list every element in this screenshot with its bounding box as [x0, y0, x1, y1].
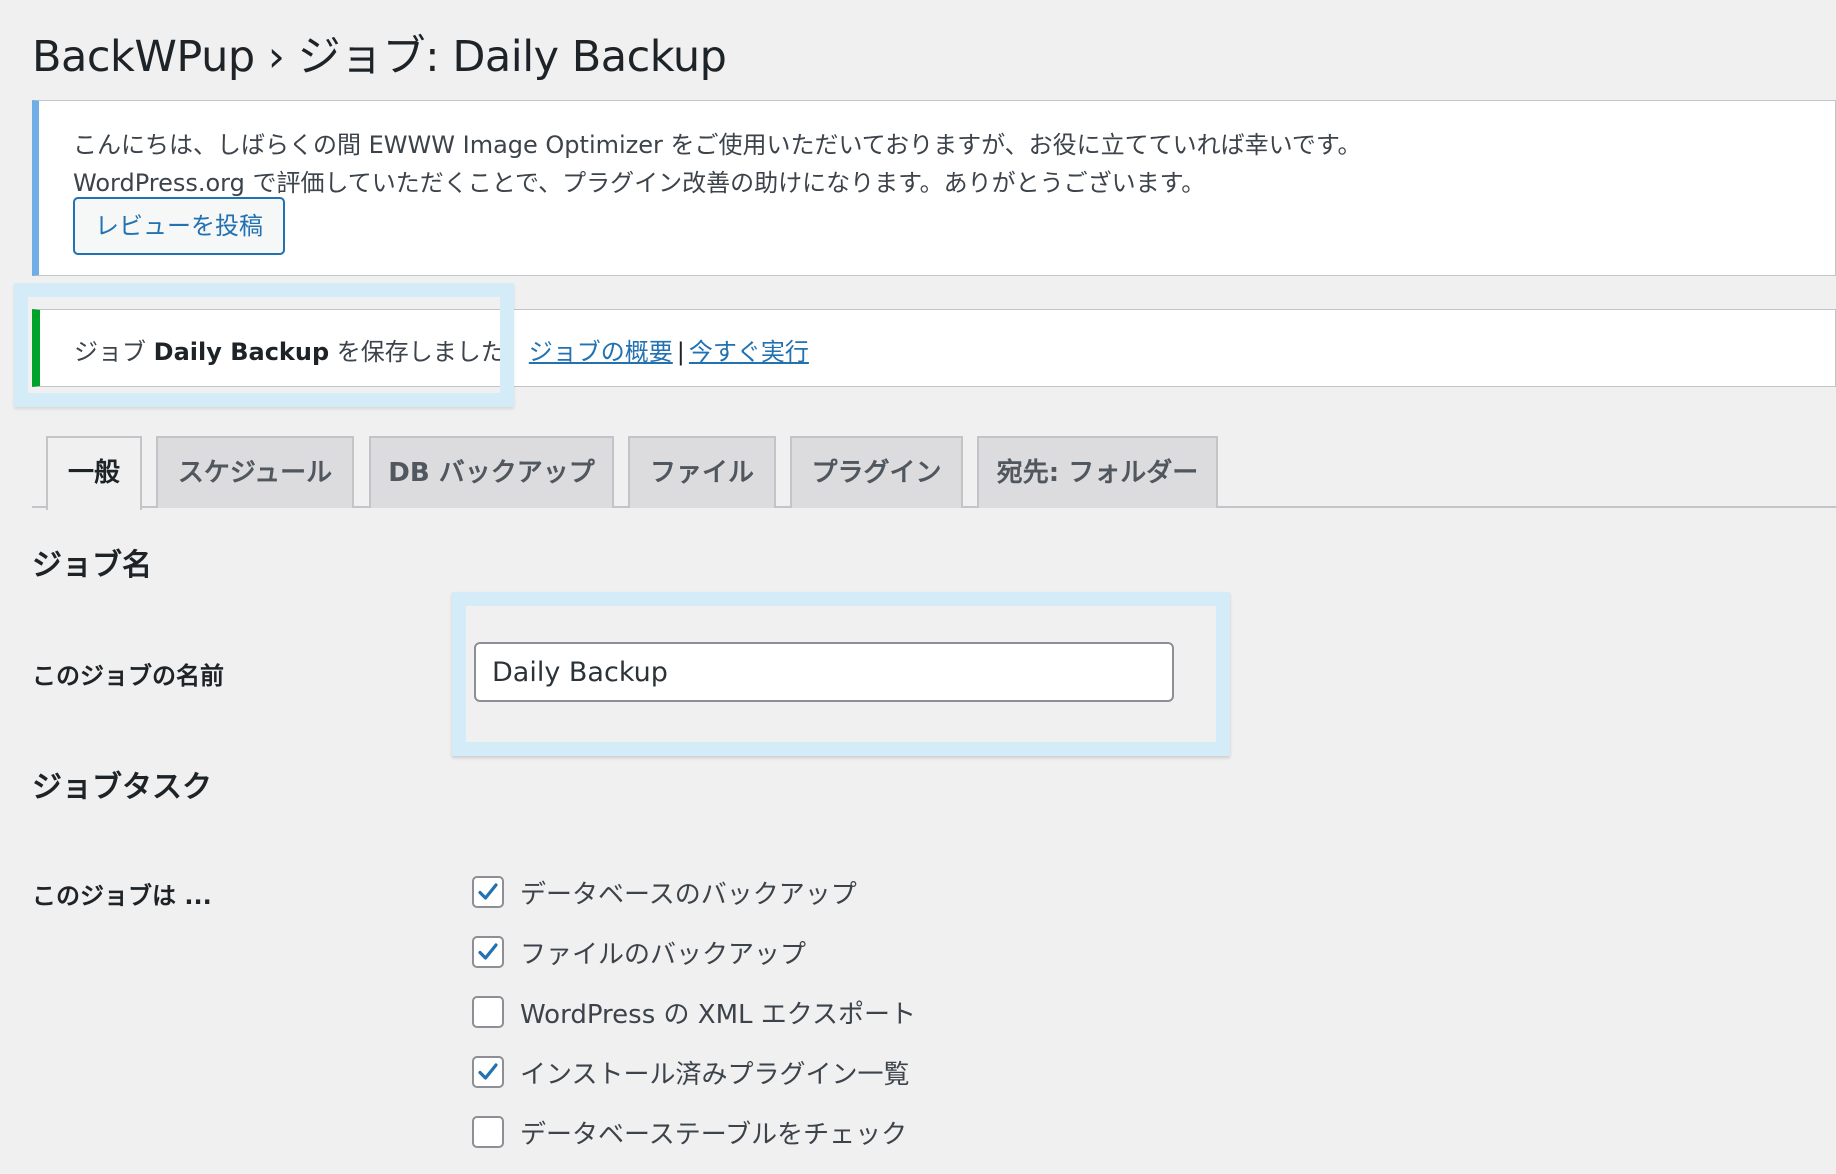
task-file-backup-checkbox[interactable]	[472, 936, 504, 968]
job-saved-prefix: ジョブ	[74, 338, 146, 366]
saved-job-name: Daily Backup	[153, 338, 330, 366]
review-notice-line2: WordPress.org で評価していただくことで、プラグイン改善の助けになり…	[73, 169, 1206, 197]
task-db-check-checkbox[interactable]	[472, 1116, 504, 1148]
task-xml-export: WordPress の XML エクスポート	[472, 994, 916, 1031]
link-separator: |	[676, 338, 685, 366]
checkmark-icon	[478, 943, 498, 960]
tab-general[interactable]: 一般	[46, 436, 142, 510]
task-file-backup: ファイルのバックアップ	[472, 934, 806, 971]
review-notice-line1: こんにちは、しばらくの間 EWWW Image Optimizer をご使用いた…	[73, 131, 1362, 159]
task-db-backup: データベースのバックアップ	[472, 874, 857, 911]
run-now-link[interactable]: 今すぐ実行	[689, 338, 809, 366]
job-name-heading: ジョブ名	[32, 548, 152, 583]
job-saved-message: ジョブ Daily Backup を保存しました。ジョブの概要 | 今すぐ実行	[74, 332, 809, 367]
task-plugin-list-label[interactable]: インストール済みプラグイン一覧	[520, 1054, 909, 1091]
task-db-backup-checkbox[interactable]	[472, 876, 504, 908]
job-saved-suffix: を保存しました。	[336, 338, 529, 366]
page-title: BackWPup › ジョブ: Daily Backup	[32, 32, 727, 82]
checkmark-icon	[478, 883, 498, 900]
task-plugin-list-checkbox[interactable]	[472, 1056, 504, 1088]
tab-schedule[interactable]: スケジュール	[156, 436, 354, 508]
job-saved-notice: ジョブ Daily Backup を保存しました。ジョブの概要 | 今すぐ実行	[32, 309, 1836, 387]
tab-plugins[interactable]: プラグイン	[790, 436, 963, 508]
job-name-input[interactable]	[474, 642, 1174, 702]
task-xml-export-checkbox[interactable]	[472, 996, 504, 1028]
task-xml-export-label[interactable]: WordPress の XML エクスポート	[520, 994, 916, 1031]
job-overview-link[interactable]: ジョブの概要	[529, 338, 673, 366]
job-name-label: このジョブの名前	[32, 662, 224, 690]
task-file-backup-label[interactable]: ファイルのバックアップ	[520, 934, 806, 971]
tab-files[interactable]: ファイル	[628, 436, 776, 508]
job-tasks-heading: ジョブタスク	[32, 770, 212, 805]
post-review-button[interactable]: レビューを投稿	[73, 197, 285, 255]
checkmark-icon	[478, 1063, 498, 1080]
task-db-backup-label[interactable]: データベースのバックアップ	[520, 874, 857, 911]
job-tasks-label: このジョブは ...	[32, 882, 212, 910]
review-notice: こんにちは、しばらくの間 EWWW Image Optimizer をご使用いた…	[32, 100, 1836, 276]
task-db-check-label[interactable]: データベーステーブルをチェック	[520, 1114, 907, 1151]
tab-db-backup[interactable]: DB バックアップ	[369, 436, 614, 508]
task-plugin-list: インストール済みプラグイン一覧	[472, 1054, 909, 1091]
tab-destination-folder[interactable]: 宛先: フォルダー	[977, 436, 1218, 508]
task-db-check: データベーステーブルをチェック	[472, 1114, 907, 1151]
